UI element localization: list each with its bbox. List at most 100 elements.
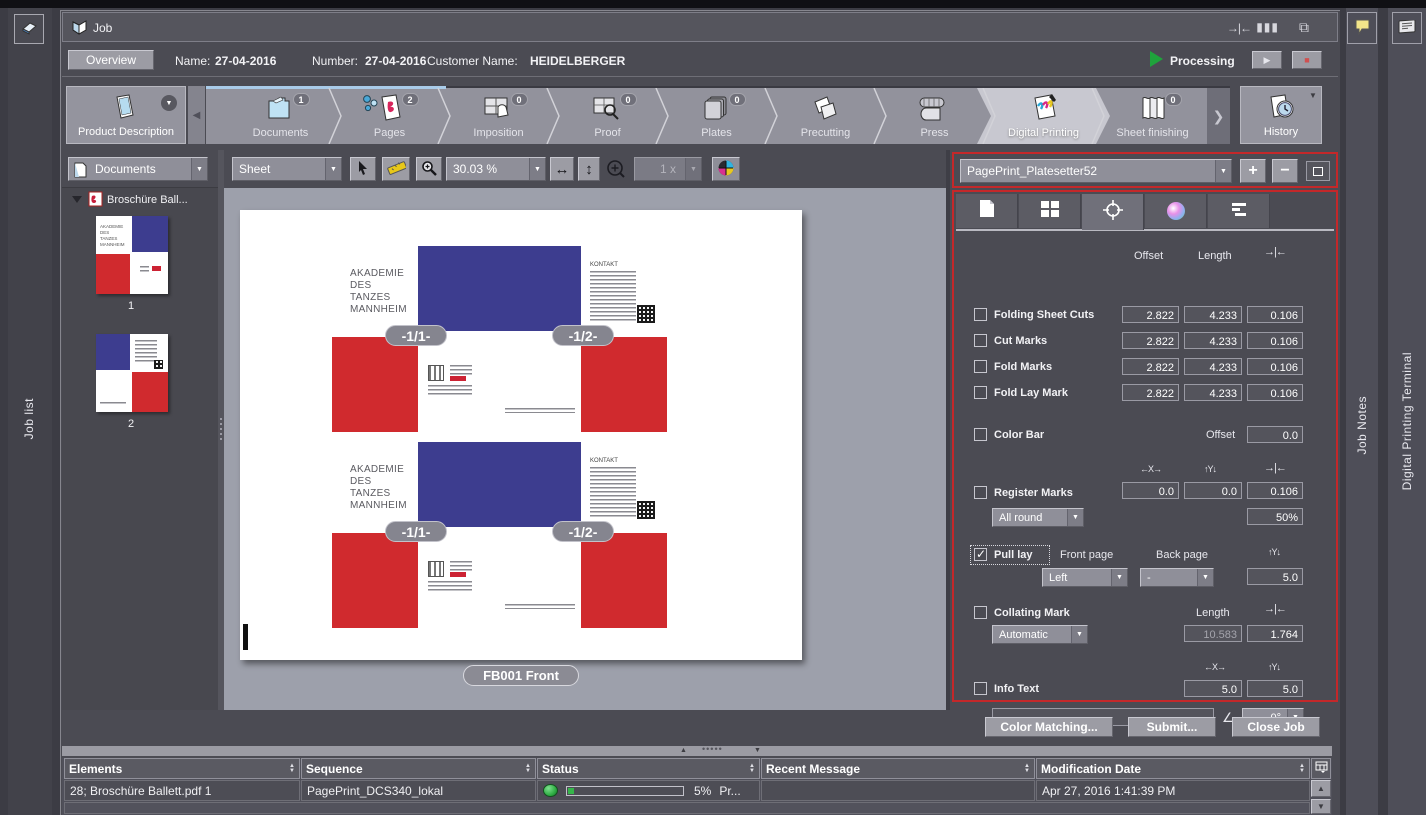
step-sheet-finishing[interactable]: 0 Sheet finishing [1098,88,1207,144]
offset-field[interactable] [1122,384,1179,401]
stop-processing-button[interactable]: ■ [1292,51,1322,69]
step-precutting[interactable]: Precutting [771,88,880,144]
step-imposition[interactable]: 0 Imposition [444,88,553,144]
bottom-splitter[interactable]: ▲ ••••• ▼ [62,746,1332,756]
device-select[interactable]: PagePrint_Platesetter52 ▼ [960,159,1232,183]
fold-marks-checkbox[interactable] [974,360,987,373]
page-thumbnail-1[interactable]: AKADEMIEDESTANZESMANNHEIM [96,216,168,294]
fit-height-button[interactable]: ↕ [578,157,600,181]
step-press[interactable]: Press [880,88,989,144]
job-list-tab[interactable]: Job list [22,398,36,439]
column-header-modification-date[interactable]: Modification Date▲▼ [1036,758,1310,779]
panels-icon[interactable]: ▮▮▮ [1256,20,1279,34]
pull-lay-back-select[interactable]: - ▼ [1140,568,1214,587]
folding-sheet-cuts-checkbox[interactable] [974,308,987,321]
sort-icon[interactable]: ▲▼ [1299,764,1305,774]
step-pages[interactable]: 2 Pages [335,88,444,144]
register-y-field[interactable] [1184,482,1242,499]
job-notes-tab[interactable]: Job Notes [1355,396,1369,455]
measure-tool-button[interactable] [382,157,410,181]
step-plates[interactable]: 0 Plates [662,88,771,144]
width-field[interactable] [1247,384,1303,401]
table-scroll-down[interactable]: ▼ [1311,799,1331,814]
color-registration-button[interactable] [712,157,740,181]
pull-lay-checkbox[interactable] [974,548,987,561]
cut-marks-checkbox[interactable] [974,334,987,347]
tab-sheet[interactable] [956,194,1018,228]
splitter-collapse-up[interactable]: ▲ [680,747,687,754]
dpt-tab[interactable]: Digital Printing Terminal [1400,352,1414,490]
overview-button[interactable]: Overview [68,50,154,70]
tree-document-label[interactable]: Broschüre Ball... [107,194,188,206]
step-documents[interactable]: 1 Documents [226,88,335,144]
step-proof[interactable]: 0 Proof [553,88,662,144]
offset-field[interactable] [1122,332,1179,349]
pull-lay-y-field[interactable] [1247,568,1303,585]
color-bar-checkbox[interactable] [974,428,987,441]
column-header-sequence[interactable]: Sequence▲▼ [301,758,536,779]
offset-field[interactable] [1122,306,1179,323]
color-matching-button[interactable]: Color Matching... [985,717,1113,737]
cell-modification-date[interactable]: Apr 27, 2016 1:41:39 PM [1036,780,1310,801]
fold-lay-mark-checkbox[interactable] [974,386,987,399]
register-style-select[interactable]: All round ▼ [992,508,1084,527]
width-field[interactable] [1247,306,1303,323]
register-x-field[interactable] [1122,482,1179,499]
start-processing-button[interactable]: ▶ [1252,51,1282,69]
table-config-button[interactable] [1311,758,1331,779]
color-bar-offset-field[interactable] [1247,426,1303,443]
offset-field[interactable] [1122,358,1179,375]
fit-width-button[interactable]: ↔ [550,157,574,181]
table-scroll-up[interactable]: ▲ [1311,780,1331,797]
float-window-icon[interactable]: ⧉ [1299,19,1309,36]
cell-recent-message[interactable] [761,780,1035,801]
column-header-status[interactable]: Status▲▼ [537,758,760,779]
info-text-checkbox[interactable] [974,682,987,695]
sheet-preview-viewport[interactable]: AKADEMIEDESTANZESMANNHEIM KONTAKT -1/1- … [224,188,946,710]
collating-mode-select[interactable]: Automatic ▼ [992,625,1088,644]
register-width-field[interactable] [1247,482,1303,499]
steps-scroll-right[interactable]: ❯ [1207,88,1230,144]
steps-collapse-notch[interactable]: ◀ [188,86,205,144]
length-field[interactable] [1184,306,1242,323]
history-step[interactable]: ▼ History [1240,86,1322,144]
sort-icon[interactable]: ▲▼ [289,764,295,774]
sort-icon[interactable]: ▲▼ [525,764,531,774]
remove-device-button[interactable]: − [1272,159,1298,183]
zoom-step-icon[interactable] [606,159,625,183]
submit-button[interactable]: Submit... [1128,717,1216,737]
product-description-step[interactable]: ▼ Product Description [66,86,186,144]
pointer-tool-button[interactable] [350,157,376,181]
product-description-menu-button[interactable]: ▼ [161,95,177,111]
length-field[interactable] [1184,358,1242,375]
page-thumbnail-2[interactable] [96,334,168,412]
tree-expander-icon[interactable] [72,196,82,203]
cell-elements[interactable]: 28; Broschüre Ballett.pdf 1 [64,780,300,801]
sort-icon[interactable]: ▲▼ [1024,764,1030,774]
cell-status[interactable]: 5% Pr... [537,780,760,801]
panel-view-select[interactable]: Documents ▼ [68,157,208,181]
cell-sequence[interactable]: PagePrint_DCS340_lokal [301,780,536,801]
collapse-panel-icon[interactable]: →|← [1227,21,1251,35]
width-field[interactable] [1247,332,1303,349]
detach-panel-button[interactable] [1306,161,1330,181]
splitter-collapse-down[interactable]: ▼ [754,747,761,754]
job-list-button[interactable] [14,14,44,44]
info-text-y-field[interactable] [1247,680,1303,697]
collating-mark-checkbox[interactable] [974,606,987,619]
tab-output[interactable] [1208,194,1270,228]
tab-color[interactable] [1145,194,1207,228]
column-header-recent-message[interactable]: Recent Message▲▼ [761,758,1035,779]
width-field[interactable] [1247,358,1303,375]
zoom-level-select[interactable]: 30.03 % ▼ [446,157,546,181]
tab-marks[interactable] [1082,194,1144,230]
info-text-x-field[interactable] [1184,680,1242,697]
collating-width-field[interactable] [1247,625,1303,642]
dpt-button[interactable] [1392,12,1422,44]
step-digital-printing[interactable]: Digital Printing [989,88,1098,144]
length-field[interactable] [1184,332,1242,349]
column-header-elements[interactable]: Elements▲▼ [64,758,300,779]
length-field[interactable] [1184,384,1242,401]
history-menu-arrow[interactable]: ▼ [1309,91,1317,100]
sort-icon[interactable]: ▲▼ [749,764,755,774]
